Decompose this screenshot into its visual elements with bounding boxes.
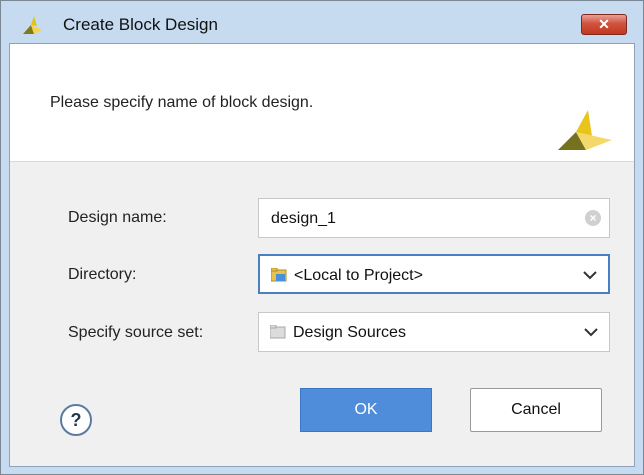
title-bar[interactable]: Create Block Design ✕ xyxy=(1,1,643,43)
window-title: Create Block Design xyxy=(63,15,218,34)
design-name-label: Design name: xyxy=(68,209,167,226)
chevron-down-icon[interactable] xyxy=(583,270,597,280)
header-message: Please specify name of block design. xyxy=(50,94,314,111)
header-panel: Please specify name of block design. xyxy=(10,44,634,162)
project-folder-icon xyxy=(271,268,287,282)
vivado-logo-icon xyxy=(23,16,42,34)
dialog-body: Please specify name of block design. Des… xyxy=(9,43,635,467)
ok-button[interactable]: OK xyxy=(300,388,432,432)
design-name-input[interactable]: design_1 × xyxy=(258,198,610,238)
dialog-window: Create Block Design ✕ Please specify nam… xyxy=(0,0,644,475)
design-name-value: design_1 xyxy=(271,210,336,227)
directory-value: <Local to Project> xyxy=(294,267,423,284)
directory-select[interactable]: <Local to Project> xyxy=(258,254,610,294)
chevron-down-icon[interactable] xyxy=(584,327,598,337)
directory-label: Directory: xyxy=(68,266,137,283)
source-set-value: Design Sources xyxy=(293,324,406,341)
cancel-button[interactable]: Cancel xyxy=(470,388,602,432)
folder-icon xyxy=(270,325,286,339)
close-button[interactable]: ✕ xyxy=(581,14,627,35)
clear-icon[interactable]: × xyxy=(585,210,601,226)
vivado-logo-icon xyxy=(558,110,612,150)
help-button[interactable]: ? xyxy=(60,404,92,436)
source-set-select[interactable]: Design Sources xyxy=(258,312,610,352)
source-set-label: Specify source set: xyxy=(68,324,204,341)
